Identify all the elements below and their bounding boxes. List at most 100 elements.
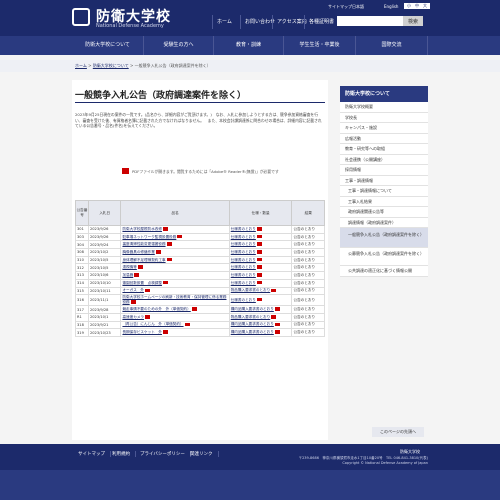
cell-item[interactable]: 長期保存ビスケット 外 bbox=[120, 328, 230, 337]
cell-item[interactable]: 高速度カメラ bbox=[120, 312, 230, 322]
pdf-icon bbox=[162, 227, 168, 231]
cell-item[interactable]: 遠視機等 bbox=[120, 263, 230, 273]
sidebar-item[interactable]: キャンパス・施設 bbox=[340, 123, 428, 134]
breadcrumb-current: 一般競争入札公告（政府調達案件を除く） bbox=[134, 63, 211, 68]
sidebar-item[interactable]: 一般競争入札公告（政府調達案件を除く） bbox=[340, 228, 428, 248]
pdf-icon bbox=[274, 330, 280, 334]
cell-spec[interactable]: 仕様書のとおり bbox=[228, 278, 293, 288]
search-button[interactable]: 検索 bbox=[403, 16, 423, 26]
sidebar-item[interactable]: 公共調達の適正化に基づく情報公開 bbox=[340, 266, 428, 277]
cell-number: 314 bbox=[75, 278, 89, 288]
pdf-icon bbox=[162, 280, 168, 285]
cell-spec[interactable]: 仕様書のとおり bbox=[228, 294, 293, 307]
cell-spec[interactable]: 仕様書のとおり bbox=[228, 240, 293, 250]
global-nav: 防衛大学校について 受験生の方へ 教育・訓練 学生生活・卒業後 国際交流 bbox=[0, 36, 500, 55]
table-row: 312 2023/10/5 遠視機等 仕様書のとおり 公告のとおり bbox=[75, 263, 325, 273]
sidebar: 防衛大学校について 防衛大学校概要 学校長 キャンパス・施設 広報活動 教育・研究等への… bbox=[340, 86, 428, 277]
sidebar-item[interactable]: 防衛大学校概要 bbox=[340, 102, 428, 113]
font-large-button[interactable]: 大 bbox=[420, 3, 430, 9]
cell-number: 316 bbox=[75, 294, 89, 307]
footer-related-link[interactable]: 関連リンク bbox=[190, 451, 219, 457]
cell-date: 2023/10/5 bbox=[87, 255, 122, 265]
cell-spec[interactable]: 物品購入要求書のとおり bbox=[228, 312, 293, 322]
search-input[interactable] bbox=[337, 16, 403, 26]
cell-number: 310 bbox=[75, 255, 89, 265]
table-row: 314 2023/10/10 蓮園回数設置 点検調整 仕様書のとおり 公告のとおり bbox=[75, 278, 325, 288]
pdf-icon bbox=[145, 314, 151, 319]
cell-spec[interactable]: 仕様書のとおり bbox=[228, 263, 293, 273]
sidebar-item[interactable]: 政府調達関連公告等 bbox=[340, 207, 428, 218]
sidebar-item[interactable]: 広報活動 bbox=[340, 133, 428, 144]
cell-spec[interactable]: 仕様書のとおり bbox=[228, 271, 293, 280]
sidebar-item[interactable]: 公募競争入札公告（政府調達案件を除く） bbox=[340, 248, 428, 266]
footer-address: 〒239-8686 神奈川県横須賀市走水1丁目10番20号 TEL 046-84… bbox=[250, 456, 428, 466]
cell-number: R1 bbox=[75, 312, 89, 322]
cell-result: 公告のとおり bbox=[291, 248, 325, 257]
sidebar-item[interactable]: 学校長 bbox=[340, 112, 428, 123]
cell-item[interactable]: 防衛大学校ホームページの刷新・技術教育・保持管理に係る業務役務 bbox=[120, 294, 230, 307]
bid-table: 公告番号 入札日 品名 仕様・数量 結果 301 2023/9/26 防衛大学校屋根… bbox=[75, 200, 325, 337]
breadcrumb-home[interactable]: ホーム bbox=[75, 63, 87, 68]
header-nav-certificates[interactable]: 各種証明書 bbox=[304, 15, 338, 29]
cell-result: 公告のとおり bbox=[291, 328, 325, 337]
footer-copyright: Copyright © National Defense Academy of … bbox=[342, 461, 428, 465]
cell-spec[interactable]: 構内品購入要求書のとおり bbox=[228, 320, 293, 330]
sidebar-item[interactable]: 社会連携（公開講座） bbox=[340, 154, 428, 165]
pdf-icon bbox=[256, 273, 262, 277]
footer-terms-link[interactable]: 利用規約 bbox=[112, 451, 136, 457]
sidebar-item[interactable]: 工事・調達情報 bbox=[340, 175, 428, 186]
cell-spec[interactable]: 構内品購入要求書のとおり bbox=[228, 328, 293, 337]
cell-number: 315 bbox=[75, 286, 89, 296]
pdf-icon bbox=[134, 273, 140, 277]
cell-number: 317 bbox=[75, 305, 89, 314]
cell-item[interactable]: 身体理解不足理様契約工事 bbox=[120, 255, 230, 265]
back-to-top-button[interactable]: このページの先頭へ bbox=[372, 427, 424, 437]
sidebar-item[interactable]: 工事入札結果 bbox=[340, 196, 428, 207]
footer-sitemap-link[interactable]: サイトマップ bbox=[78, 451, 111, 457]
footer-privacy-link[interactable]: プライバシーポリシー bbox=[140, 451, 191, 457]
breadcrumb-about[interactable]: 防衛大学校について bbox=[93, 63, 129, 68]
util-english-link[interactable]: English bbox=[384, 4, 398, 9]
cell-item[interactable]: 加温器 bbox=[120, 271, 230, 280]
table-row: 308 2023/10/2 胸像器具の修繕作業 仕様書のとおり 公告のとおり bbox=[75, 248, 325, 257]
cell-item[interactable]: オーガス 外 bbox=[120, 286, 230, 296]
util-sitemap-link[interactable]: サイトマップ bbox=[328, 4, 352, 10]
cell-spec[interactable]: 仕様書のとおり bbox=[228, 255, 293, 265]
cell-date: 2023/10/10 bbox=[87, 278, 122, 288]
cell-spec[interactable]: 構内品購入要求書のとおり bbox=[228, 305, 293, 314]
cell-item[interactable]: 胸像器具の修繕作業 bbox=[120, 248, 230, 257]
gnav-about[interactable]: 防衛大学校について bbox=[72, 36, 144, 55]
table-row: R1 2023/10/1 高速度カメラ 物品購入要求書のとおり 公告のとおり bbox=[75, 312, 325, 322]
gnav-education[interactable]: 教育・訓練 bbox=[214, 36, 284, 55]
sidebar-item[interactable]: 採用情報 bbox=[340, 165, 428, 176]
cell-spec[interactable]: 物品購入要求書のとおり bbox=[228, 286, 293, 296]
pdf-note[interactable]: PDFファイルが開きます。閲覧するためには「Adobe® Reader®(無償)… bbox=[132, 169, 279, 175]
gnav-international[interactable]: 国際交流 bbox=[356, 36, 428, 55]
cell-item[interactable]: 蓮園回数設置 点検調整 bbox=[120, 278, 230, 288]
header-nav-home[interactable]: ホーム bbox=[212, 15, 236, 29]
sidebar-heading[interactable]: 防衛大学校について bbox=[340, 86, 428, 102]
gnav-applicants[interactable]: 受験生の方へ bbox=[144, 36, 214, 55]
cell-item[interactable]: （再公告）にんじん 外（単価契約） bbox=[120, 320, 230, 330]
pdf-icon bbox=[274, 322, 280, 327]
util-japanese-link[interactable]: 日本語 bbox=[352, 4, 364, 10]
cell-date: 2023/9/26 bbox=[87, 225, 122, 234]
academy-emblem-icon[interactable] bbox=[72, 8, 90, 26]
pdf-icon bbox=[271, 314, 277, 319]
sidebar-item[interactable]: 工事・調達情報について bbox=[340, 186, 428, 197]
cell-item[interactable]: 駐車場ネットワーク監視設置役務 bbox=[120, 232, 230, 242]
sidebar-item[interactable]: 調達情報（政府調達案件） bbox=[340, 217, 428, 228]
cell-item[interactable]: 競走事情不要のための外 外（単価契約） bbox=[120, 305, 230, 314]
sidebar-item[interactable]: 教育・研究等への取組 bbox=[340, 144, 428, 155]
cell-spec[interactable]: 仕様書のとおり bbox=[228, 232, 293, 242]
cell-spec[interactable]: 仕様書のとおり bbox=[228, 225, 293, 234]
cell-date: 2023/9/28 bbox=[87, 305, 122, 314]
cell-item[interactable]: 防衛大学校屋根防水改修 bbox=[120, 225, 230, 234]
cell-spec[interactable]: 仕様書のとおり bbox=[228, 248, 293, 257]
cell-item[interactable]: 裏庭清掃性能変更運搬役務 bbox=[120, 240, 230, 250]
gnav-student-life[interactable]: 学生生活・卒業後 bbox=[284, 36, 356, 55]
pdf-icon bbox=[271, 288, 277, 293]
breadcrumb-separator: > bbox=[129, 63, 134, 68]
breadcrumb: ホーム > 防衛大学校について > 一般競争入札公告（政府調達案件を除く） bbox=[0, 60, 500, 72]
col-header-number: 公告番号 bbox=[75, 200, 89, 226]
